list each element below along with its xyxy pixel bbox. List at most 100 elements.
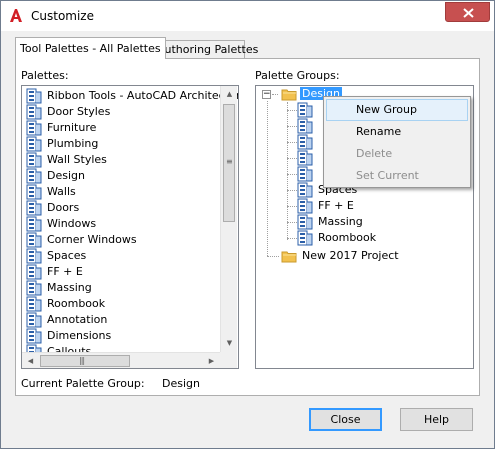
palette-icon [297,102,313,118]
palette-icon [26,120,42,136]
list-item-label: Spaces [47,249,87,262]
list-item-label: Annotation [47,313,108,326]
tree-line [287,238,297,239]
palettes-list[interactable]: Ribbon Tools - AutoCAD Architecture Door … [21,85,239,369]
menu-item-new-group[interactable]: New Group [326,99,468,121]
list-item-label: Windows [47,217,97,230]
palette-groups-label: Palette Groups: [255,69,340,82]
tree-node-label: FF + E [318,199,354,212]
tab-authoring-palettes[interactable]: Authoring Palettes [152,40,258,59]
tree-line [287,102,288,240]
tree-node-label: New 2017 Project [302,249,399,262]
palette-icon [297,230,313,246]
tab-tool-palettes[interactable]: Tool Palettes - All Palettes [15,37,166,59]
grip-icon: ||| [79,356,85,365]
menu-item-set-current[interactable]: Set Current [326,165,468,187]
scroll-up-icon[interactable]: ▲ [221,86,238,103]
palette-icon [26,248,42,264]
list-item-label: Furniture [47,121,97,134]
list-item-label: Plumbing [47,137,99,150]
menu-item-label: Rename [356,125,402,138]
scroll-thumb[interactable]: ≡ [223,104,235,222]
tree-line [287,158,297,159]
tree-line [272,94,278,95]
palettes-vertical-scrollbar[interactable]: ▲ ≡ ▼ [220,86,237,352]
palette-icon [297,118,313,134]
palette-icon [297,198,313,214]
palette-icon [26,184,42,200]
window-close-button[interactable] [445,2,490,22]
list-item-label: Wall Styles [47,153,107,166]
context-menu: New Group Rename Delete Set Current [323,96,471,188]
palette-icon [26,216,42,232]
palette-icon [26,104,42,120]
tree-line [287,190,297,191]
palette-icon [26,152,42,168]
tree-line [287,174,297,175]
button-label: Help [423,413,450,426]
tree-line [287,126,297,127]
tree-line [287,206,297,207]
list-item-label: FF + E [47,265,83,278]
palette-icon [26,296,42,312]
tree-line [267,101,268,256]
folder-icon [281,86,297,102]
tree-node-label: Massing [318,215,363,228]
scroll-thumb[interactable]: ||| [40,355,130,367]
palette-icon [26,328,42,344]
scroll-down-icon[interactable]: ▼ [221,335,238,352]
palette-icon [297,134,313,150]
list-item-label: Ribbon Tools - AutoCAD Architecture [47,89,239,102]
scroll-corner [220,352,237,368]
tab-label: Tool Palettes - All Palettes [20,42,161,55]
button-label: Close [330,413,361,426]
list-item-label: Dimensions [47,329,112,342]
palette-icon [26,168,42,184]
close-button[interactable]: Close [309,408,382,431]
palette-icon [297,166,313,182]
menu-item-rename[interactable]: Rename [326,121,468,143]
palette-icon [26,312,42,328]
tree-line [287,222,297,223]
help-button[interactable]: Help [400,408,473,431]
scroll-left-icon[interactable]: ◀ [22,353,39,368]
menu-item-label: Delete [356,147,393,160]
palette-icon [26,264,42,280]
list-item-label: Design [47,169,85,182]
list-item-label: Doors [47,201,80,214]
autocad-logo-icon [8,8,23,23]
grip-icon: ≡ [226,157,233,166]
tab-label: Authoring Palettes [157,43,259,56]
tree-line [287,110,297,111]
tree-line [287,142,297,143]
menu-item-label: New Group [356,103,417,116]
palettes-label: Palettes: [21,69,69,82]
tree-node-label: Roombook [318,231,377,244]
window-title: Customize [31,9,94,23]
current-group-value: Design [162,377,200,390]
palette-icon [297,182,313,198]
title-bar[interactable]: Customize [1,1,494,31]
menu-item-delete[interactable]: Delete [326,143,468,165]
tree-line [267,256,279,257]
palette-icon [26,280,42,296]
palette-icon [297,214,313,230]
list-item-label: Roombook [47,297,106,310]
palettes-horizontal-scrollbar[interactable]: ◀ ||| ▶ [22,352,220,368]
list-item-label: Walls [47,185,76,198]
collapse-icon[interactable]: − [262,90,271,99]
palette-icon [26,88,42,104]
close-icon [463,8,474,18]
scroll-right-icon[interactable]: ▶ [203,353,220,368]
palette-icon [26,136,42,152]
folder-icon [281,248,297,264]
customize-dialog: Customize Tool Palettes - All Palettes A… [0,0,495,449]
list-item-label: Massing [47,281,92,294]
current-group-label: Current Palette Group: [21,377,145,390]
list-item-label: Corner Windows [47,233,137,246]
list-item-label: Door Styles [47,105,111,118]
menu-item-label: Set Current [356,169,419,182]
palette-icon [297,150,313,166]
palette-icon [26,232,42,248]
palette-icon [26,200,42,216]
